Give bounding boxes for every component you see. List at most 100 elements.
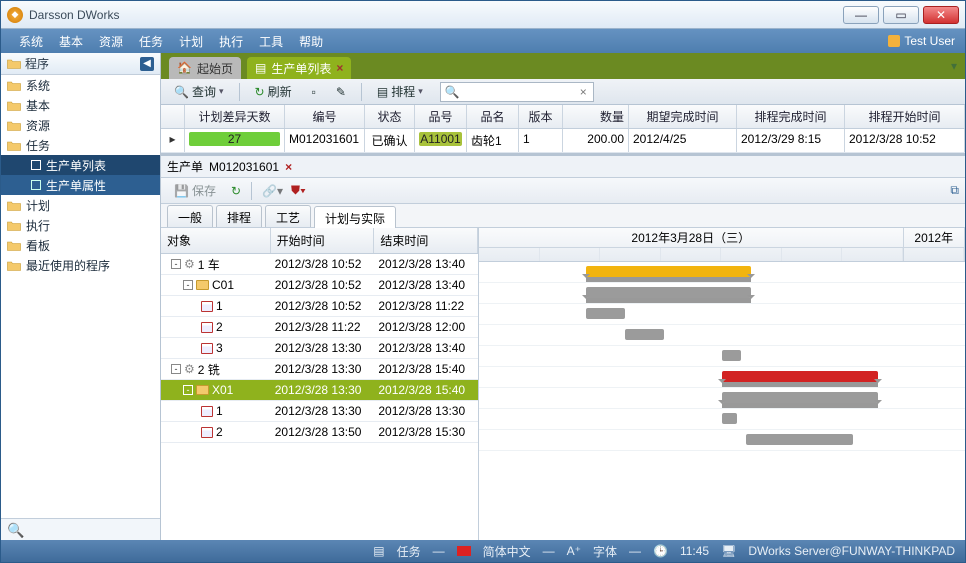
sidebar-item[interactable]: 看板 <box>1 235 160 255</box>
tab-overflow-icon[interactable]: ▾ <box>951 59 957 73</box>
tree-row[interactable]: 12012/3/28 13:302012/3/28 13:30 <box>161 401 478 422</box>
col-start[interactable]: 排程开始时间 <box>845 105 965 128</box>
expand-toggle[interactable]: - <box>171 364 181 374</box>
gantt-row <box>479 304 965 325</box>
col-qty[interactable]: 数量 <box>563 105 629 128</box>
collapse-sidebar-button[interactable]: ◀ <box>140 57 154 71</box>
gantt-bar[interactable] <box>722 371 878 382</box>
cell-status: 已确认 <box>365 129 415 152</box>
menu-basic[interactable]: 基本 <box>51 33 91 50</box>
tab-order-list[interactable]: ▤ 生产单列表 × <box>247 57 351 79</box>
tree-row[interactable]: 32012/3/28 13:302012/3/28 13:40 <box>161 338 478 359</box>
th-object[interactable]: 对象 <box>161 228 271 253</box>
col-diff[interactable]: 计划差异天数 <box>185 105 285 128</box>
user-indicator[interactable]: Test User <box>888 34 955 48</box>
menu-resource[interactable]: 资源 <box>91 33 131 50</box>
gantt-body[interactable] <box>479 262 965 540</box>
gantt-bar[interactable] <box>722 413 737 424</box>
gantt-bar[interactable] <box>722 403 878 408</box>
col-end[interactable]: 排程完成时间 <box>737 105 845 128</box>
close-button[interactable]: ✕ <box>923 6 959 24</box>
flag-icon <box>457 546 471 556</box>
search-input[interactable] <box>464 83 574 101</box>
tree-row[interactable]: -X012012/3/28 13:302012/3/28 15:40 <box>161 380 478 401</box>
tree-row[interactable]: -⚙1 车2012/3/28 10:522012/3/28 13:40 <box>161 254 478 275</box>
gantt-bar[interactable] <box>586 277 751 282</box>
gantt-bar[interactable] <box>586 308 625 319</box>
tree-row[interactable]: 22012/3/28 13:502012/3/28 15:30 <box>161 422 478 443</box>
menu-task[interactable]: 任务 <box>131 33 171 50</box>
sidebar-item[interactable]: 执行 <box>1 215 160 235</box>
sidebar-item[interactable]: 计划 <box>1 195 160 215</box>
gantt-bar[interactable] <box>586 287 751 298</box>
gantt-bar[interactable] <box>722 350 741 361</box>
menu-tool[interactable]: 工具 <box>251 33 291 50</box>
gantt-bar[interactable] <box>586 266 751 277</box>
subtabs: 一般 排程 工艺 计划与实际 <box>161 204 965 228</box>
tab-home[interactable]: 🏠 起始页 <box>169 57 241 79</box>
tab-close-icon[interactable]: × <box>336 61 343 75</box>
refresh-button[interactable]: ↻ 刷新 <box>248 80 299 103</box>
col-no[interactable]: 编号 <box>285 105 365 128</box>
detail-close-button[interactable]: × <box>285 160 292 174</box>
save-button[interactable]: 💾 保存 <box>167 179 223 202</box>
subtab-plan-actual[interactable]: 计划与实际 <box>314 206 396 228</box>
status-task[interactable]: 任务 <box>397 543 421 560</box>
gantt-row <box>479 283 965 304</box>
folder-icon <box>196 385 209 395</box>
th-start[interactable]: 开始时间 <box>271 228 375 253</box>
menu-exec[interactable]: 执行 <box>211 33 251 50</box>
sidebar-item[interactable]: 资源 <box>1 115 160 135</box>
sidebar-item[interactable]: 最近使用的程序 <box>1 255 160 275</box>
col-pn[interactable]: 品号 <box>415 105 467 128</box>
menu-plan[interactable]: 计划 <box>171 33 211 50</box>
grid-row[interactable]: ▸ 27 M012031601 已确认 A11001 齿轮1 1 200.00 … <box>161 129 965 153</box>
gantt-bar[interactable] <box>722 392 878 403</box>
subtab-schedule[interactable]: 排程 <box>216 205 262 227</box>
sidebar-subitem[interactable]: 生产单列表 <box>1 155 160 175</box>
subtab-general[interactable]: 一般 <box>167 205 213 227</box>
tree-header: 对象 开始时间 结束时间 <box>161 228 478 254</box>
maximize-button[interactable]: ▭ <box>883 6 919 24</box>
expand-toggle[interactable]: - <box>183 385 193 395</box>
menu-system[interactable]: 系统 <box>11 33 51 50</box>
th-end[interactable]: 结束时间 <box>374 228 478 253</box>
col-ver[interactable]: 版本 <box>519 105 563 128</box>
tree-row[interactable]: 12012/3/28 10:522012/3/28 11:22 <box>161 296 478 317</box>
tree-row[interactable]: -C012012/3/28 10:522012/3/28 13:40 <box>161 275 478 296</box>
gantt-bar[interactable] <box>625 329 664 340</box>
col-selector[interactable] <box>161 105 185 128</box>
gantt-bar[interactable] <box>746 434 853 445</box>
expand-toggle[interactable]: - <box>171 259 181 269</box>
expand-toggle[interactable]: - <box>183 280 193 290</box>
subtab-process[interactable]: 工艺 <box>265 205 311 227</box>
status-font[interactable]: 字体 <box>593 543 617 560</box>
col-status[interactable]: 状态 <box>365 105 415 128</box>
tree-row[interactable]: 22012/3/28 11:222012/3/28 12:00 <box>161 317 478 338</box>
sidebar-subitem[interactable]: 生产单属性 <box>1 175 160 195</box>
menu-help[interactable]: 帮助 <box>291 33 331 50</box>
tree-row[interactable]: -⚙2 铣2012/3/28 13:302012/3/28 15:40 <box>161 359 478 380</box>
sidebar-item[interactable]: 系统 <box>1 75 160 95</box>
sidebar-item[interactable]: 任务 <box>1 135 160 155</box>
link-icon[interactable]: 🔗▾ <box>262 184 283 198</box>
gantt-bar[interactable] <box>586 298 751 303</box>
home-icon: 🏠 <box>177 61 192 75</box>
refresh-icon: ↻ <box>255 85 265 99</box>
edit-button[interactable]: ✎ <box>329 82 353 102</box>
popout-button[interactable]: ⧉ <box>950 183 959 198</box>
sidebar-item[interactable]: 基本 <box>1 95 160 115</box>
minimize-button[interactable]: — <box>843 6 879 24</box>
clear-search-button[interactable]: × <box>574 85 593 99</box>
status-lang[interactable]: 简体中文 <box>483 543 531 560</box>
refresh-detail-button[interactable]: ↻ <box>231 184 241 198</box>
schedule-button[interactable]: ▤ 排程 ▾ <box>370 80 430 103</box>
shield-icon[interactable]: ⛊▾ <box>291 183 306 198</box>
col-name[interactable]: 品名 <box>467 105 519 128</box>
binocular-icon[interactable]: 🔍 <box>7 525 21 535</box>
gantt-bar[interactable] <box>722 382 878 387</box>
new-button[interactable]: ▫ <box>305 82 323 102</box>
cell-qty: 200.00 <box>563 129 629 152</box>
col-due[interactable]: 期望完成时间 <box>629 105 737 128</box>
search-button[interactable]: 🔍 查询 ▾ <box>167 80 231 103</box>
